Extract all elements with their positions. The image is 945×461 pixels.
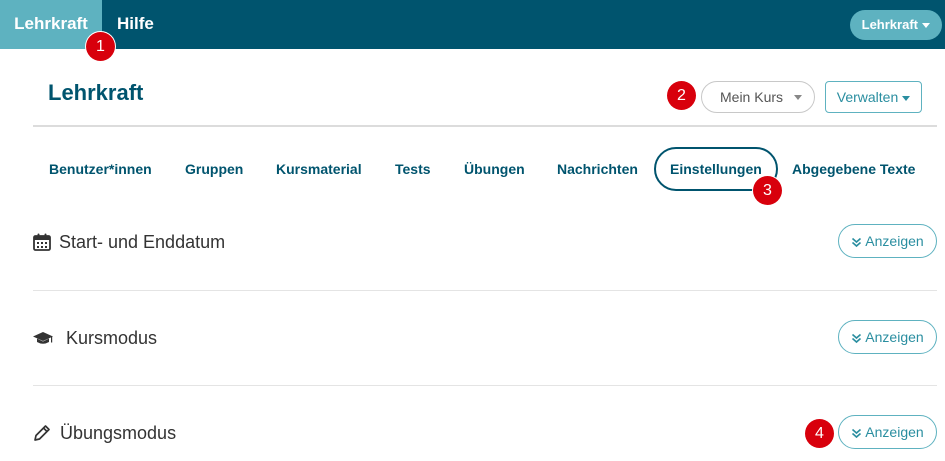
pencil-icon [34, 425, 50, 441]
section-kursmodus: Kursmodus Anzeigen [0, 318, 945, 358]
calendar-icon [33, 233, 51, 251]
show-button-label: Anzeigen [865, 233, 924, 249]
double-chevron-down-icon [852, 428, 862, 439]
step-badge-3: 3 [753, 176, 782, 205]
show-button-label: Anzeigen [865, 424, 924, 440]
tab-tests[interactable]: Tests [395, 147, 431, 191]
course-select[interactable]: Mein Kurs [701, 81, 815, 113]
step-badge-1: 1 [86, 32, 115, 61]
page-title: Lehrkraft [48, 80, 144, 105]
step-badge-4: 4 [805, 419, 834, 448]
tab-kursmaterial[interactable]: Kursmaterial [276, 147, 362, 191]
section-divider [33, 290, 937, 291]
manage-button[interactable]: Verwalten [825, 81, 922, 113]
show-button-start-enddatum[interactable]: Anzeigen [838, 224, 937, 258]
double-chevron-down-icon [852, 333, 862, 344]
tab-uebungen[interactable]: Übungen [464, 147, 525, 191]
section-divider [33, 385, 937, 386]
section-title: Kursmodus [66, 328, 158, 348]
top-navbar: Lehrkraft Hilfe Lehrkraft [0, 0, 945, 49]
caret-down-icon [902, 95, 911, 101]
show-button-uebungsmodus[interactable]: Anzeigen [838, 415, 937, 449]
caret-down-icon [922, 23, 930, 29]
show-button-kursmodus[interactable]: Anzeigen [838, 320, 937, 354]
show-button-label: Anzeigen [865, 329, 924, 345]
section-title: Übungsmodus [60, 423, 177, 443]
double-chevron-down-icon [852, 237, 862, 248]
nav-item-hilfe[interactable]: Hilfe [117, 0, 154, 49]
tab-nachrichten[interactable]: Nachrichten [557, 147, 638, 191]
manage-button-label: Verwalten [836, 89, 899, 105]
user-menu-button[interactable]: Lehrkraft [849, 10, 942, 40]
tab-gruppen[interactable]: Gruppen [185, 147, 243, 191]
header-divider [33, 125, 937, 127]
caret-down-icon [794, 95, 802, 100]
step-badge-2: 2 [667, 81, 696, 110]
course-tabs: Benutzer*innen Gruppen Kursmaterial Test… [0, 147, 945, 191]
tab-abgegebene-texte[interactable]: Abgegebene Texte [792, 147, 915, 191]
section-start-enddatum: Start- und Enddatum Anzeigen [0, 222, 945, 262]
graduation-cap-icon [33, 332, 53, 344]
user-menu-label: Lehrkraft [861, 17, 918, 32]
section-title: Start- und Enddatum [59, 232, 226, 252]
tab-benutzerinnen[interactable]: Benutzer*innen [49, 147, 152, 191]
section-uebungsmodus: Übungsmodus Anzeigen [0, 413, 945, 453]
course-select-value: Mein Kurs [720, 89, 784, 105]
